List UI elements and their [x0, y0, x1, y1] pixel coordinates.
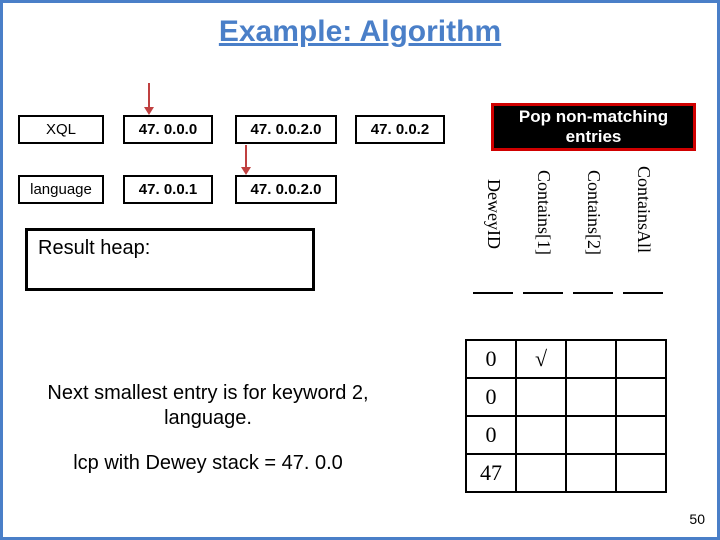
caption-lcp: lcp with Dewey stack = 47. 0.0 [43, 451, 373, 476]
cell [516, 416, 566, 454]
header-contains2: Contains[2] [583, 170, 604, 255]
row1-col2: 47. 0.0.2.0 [235, 115, 337, 144]
cell: 47 [466, 454, 516, 492]
page-number: 50 [689, 511, 705, 527]
cell: 0 [466, 340, 516, 378]
arrow-down-icon [245, 145, 247, 169]
row1-col0: XQL [18, 115, 104, 144]
dewey-table: 0 √ 0 0 47 [465, 339, 667, 493]
cell [616, 340, 666, 378]
caption-next-smallest: Next smallest entry is for keyword 2, la… [43, 381, 373, 431]
header-underline [523, 292, 563, 294]
table-row: 0 [466, 416, 666, 454]
row2-col2: 47. 0.0.2.0 [235, 175, 337, 204]
row2-col0: language [18, 175, 104, 204]
table-row: 0 [466, 378, 666, 416]
table-row: 0 √ [466, 340, 666, 378]
pop-callout: Pop non-matching entries [491, 103, 696, 151]
cell: √ [516, 340, 566, 378]
cell: 0 [466, 416, 516, 454]
table-row: 47 [466, 454, 666, 492]
header-underline [473, 292, 513, 294]
row1-col1: 47. 0.0.0 [123, 115, 213, 144]
header-underline [623, 292, 663, 294]
header-underline [573, 292, 613, 294]
cell [566, 378, 616, 416]
header-contains1: Contains[1] [533, 170, 554, 255]
cell [516, 378, 566, 416]
cell [566, 340, 616, 378]
cell [566, 454, 616, 492]
arrow-down-icon [148, 83, 150, 109]
cell [616, 416, 666, 454]
cell [516, 454, 566, 492]
cell [616, 454, 666, 492]
row1-col3: 47. 0.0.2 [355, 115, 445, 144]
row2-col1: 47. 0.0.1 [123, 175, 213, 204]
result-heap-label: Result heap: [38, 237, 150, 260]
header-deweyid: DeweyID [483, 179, 504, 249]
header-containsall: ContainsAll [633, 166, 654, 253]
cell [616, 378, 666, 416]
result-heap-box: Result heap: [25, 228, 315, 291]
slide-title: Example: Algorithm [3, 15, 717, 49]
cell [566, 416, 616, 454]
cell: 0 [466, 378, 516, 416]
